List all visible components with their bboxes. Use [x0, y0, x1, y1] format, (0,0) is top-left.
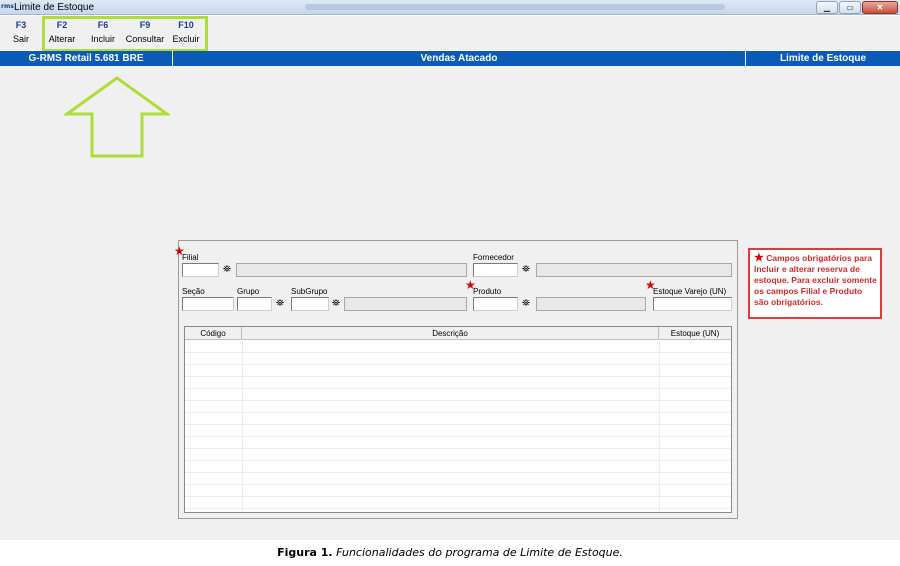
table-row[interactable]: [185, 401, 731, 413]
grupo-input[interactable]: [237, 297, 272, 311]
secao-input[interactable]: [182, 297, 234, 311]
table-row[interactable]: [185, 425, 731, 437]
maximize-button[interactable]: ▭: [839, 1, 861, 14]
program-name-label: Limite de Estoque: [779, 53, 867, 64]
column-header-codigo[interactable]: Código: [185, 327, 242, 340]
estoque-varejo-label: Estoque Varejo (UN): [653, 287, 727, 296]
estoque-varejo-input[interactable]: [653, 297, 732, 311]
filial-label: Filial: [182, 253, 199, 262]
filial-input[interactable]: [182, 263, 219, 277]
system-version-label: G-RMS Retail 5.681 BRE: [28, 53, 144, 64]
table-row[interactable]: [185, 341, 731, 353]
table-row[interactable]: [185, 461, 731, 473]
up-arrow-icon: [64, 76, 170, 158]
required-fields-note: ★ Campos obrigatórios para Incluir e alt…: [748, 248, 882, 319]
secao-label: Seção: [182, 287, 205, 296]
produto-description-field: [536, 297, 646, 311]
close-button[interactable]: ✕: [862, 1, 898, 14]
filial-description-field: [236, 263, 467, 277]
table-row[interactable]: [185, 473, 731, 485]
f3-key: F3: [15, 20, 27, 30]
table-row[interactable]: [185, 449, 731, 461]
grid-header: Código Descrição Estoque (UN): [185, 327, 731, 340]
subgrupo-input[interactable]: [291, 297, 329, 311]
screenshot-root: rms Limite de Estoque ▁ ▭ ✕ F3 Sair F2 A…: [0, 0, 900, 566]
items-grid[interactable]: Código Descrição Estoque (UN): [184, 326, 732, 513]
table-row[interactable]: [185, 485, 731, 497]
module-header-bar: G-RMS Retail 5.681 BRE Vendas Atacado Li…: [0, 51, 900, 66]
column-header-estoque[interactable]: Estoque (UN): [659, 327, 731, 340]
fornecedor-description-field: [536, 263, 732, 277]
figure-caption: Figura 1. Funcionalidades do programa de…: [0, 546, 900, 559]
column-header-descricao[interactable]: Descrição: [242, 327, 659, 340]
figure-caption-text: Funcionalidades do programa de Limite de…: [336, 546, 623, 559]
table-row[interactable]: [185, 377, 731, 389]
app-logo-icon: rms: [1, 3, 14, 10]
minimize-button[interactable]: ▁: [816, 1, 838, 14]
subgrupo-search-binoculars-icon[interactable]: ⛯: [330, 299, 342, 309]
title-bar: rms Limite de Estoque ▁ ▭ ✕: [0, 0, 900, 15]
produto-input[interactable]: [473, 297, 518, 311]
fornecedor-input[interactable]: [473, 263, 518, 277]
required-fields-note-text: Campos obrigatórios para Incluir e alter…: [754, 253, 877, 307]
blurred-title-region: [305, 4, 725, 10]
f3-label: Sair: [12, 34, 29, 44]
module-name-label: Vendas Atacado: [420, 53, 498, 64]
required-star-icon: ★: [754, 252, 764, 264]
produto-search-binoculars-icon[interactable]: ⛯: [520, 299, 532, 309]
figure-caption-label: Figura 1.: [277, 546, 333, 559]
produto-label: Produto: [473, 287, 502, 296]
filial-search-binoculars-icon[interactable]: ⛯: [221, 265, 233, 275]
table-row[interactable]: [185, 413, 731, 425]
fornecedor-search-binoculars-icon[interactable]: ⛯: [520, 265, 532, 275]
subgrupo-description-field: [344, 297, 467, 311]
subgrupo-label: SubGrupo: [291, 287, 328, 296]
fornecedor-label: Fornecedor: [473, 253, 514, 262]
table-row[interactable]: [185, 389, 731, 401]
grupo-search-binoculars-icon[interactable]: ⛯: [274, 299, 286, 309]
table-row[interactable]: [185, 437, 731, 449]
table-row[interactable]: [185, 497, 731, 509]
window-title: Limite de Estoque: [14, 2, 95, 13]
grupo-label: Grupo: [237, 287, 260, 296]
table-row[interactable]: [185, 365, 731, 377]
toolbar-highlight-box: [42, 16, 208, 52]
window-controls: ▁ ▭ ✕: [816, 1, 898, 14]
table-row[interactable]: [185, 353, 731, 365]
f3-sair-button[interactable]: F3 Sair: [11, 20, 31, 45]
